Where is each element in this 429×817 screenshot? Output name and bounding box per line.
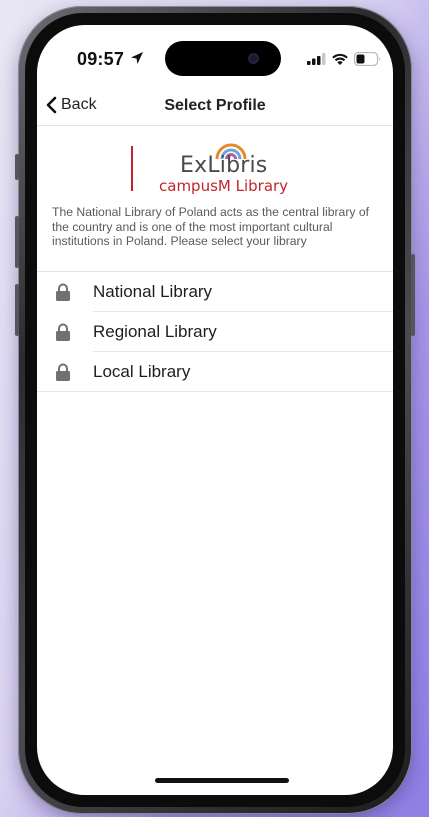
home-indicator[interactable] (155, 778, 289, 783)
logo-red-bar (131, 146, 133, 191)
profile-label: Local Library (93, 362, 191, 381)
profile-list: National Library Regional Library Local … (37, 271, 393, 392)
battery-icon (354, 52, 380, 66)
volume-down-button (15, 284, 19, 336)
action-button (15, 154, 19, 180)
screen: 09:57 Back Select Profile ExLibris campu… (37, 25, 393, 795)
phone-frame: 09:57 Back Select Profile ExLibris campu… (15, 6, 415, 814)
profile-item-local-library[interactable]: Local Library (37, 352, 393, 392)
profile-item-national-library[interactable]: National Library (37, 272, 393, 312)
power-button (411, 254, 415, 336)
status-time: 09:57 (77, 49, 125, 69)
camera-icon (248, 53, 259, 64)
logo-brand: ExLibris (180, 153, 268, 178)
status-bar: 09:57 (37, 25, 393, 85)
signal-icon (307, 53, 326, 65)
lock-icon (56, 323, 70, 341)
profile-label: Regional Library (93, 322, 217, 341)
bezel: 09:57 Back Select Profile ExLibris campu… (25, 13, 405, 807)
lock-icon (56, 363, 70, 381)
exlibris-campusm-logo: ExLibris campusM Library (37, 131, 393, 195)
page-title: Select Profile (164, 97, 266, 114)
lock-icon (56, 283, 70, 301)
volume-up-button (15, 216, 19, 268)
logo-product: campusM Library (159, 177, 289, 195)
profile-description: The National Library of Poland acts as t… (52, 205, 370, 249)
navigation-bar: Back Select Profile (37, 87, 393, 126)
profile-item-regional-library[interactable]: Regional Library (37, 312, 393, 352)
location-arrow-icon (131, 52, 143, 64)
profile-label: National Library (93, 282, 213, 301)
wifi-icon (332, 53, 348, 65)
dynamic-island (165, 41, 281, 76)
